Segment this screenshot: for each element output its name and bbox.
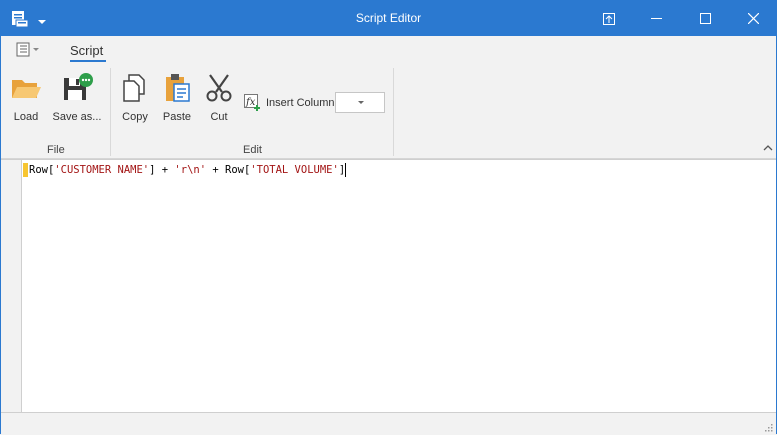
function-icon: fx bbox=[244, 94, 260, 111]
save-as-button[interactable]: Save as... bbox=[50, 72, 104, 123]
save-as-icon bbox=[64, 73, 93, 100]
folder-open-icon bbox=[12, 80, 41, 98]
maximize-button[interactable] bbox=[682, 1, 728, 36]
code-token: ] + bbox=[149, 164, 175, 176]
text-caret bbox=[345, 163, 347, 177]
status-bar bbox=[1, 412, 776, 434]
resize-grip-icon[interactable] bbox=[763, 421, 773, 432]
title-bar[interactable]: Script Editor bbox=[1, 1, 776, 36]
code-string: 'TOTAL VOLUME' bbox=[250, 164, 339, 176]
code-token: Row[ bbox=[29, 164, 55, 176]
code-line[interactable]: Row['CUSTOMER NAME'] + 'r\n' + Row['TOTA… bbox=[29, 163, 347, 177]
pin-icon bbox=[603, 12, 615, 25]
copy-button[interactable]: Copy bbox=[118, 72, 152, 123]
insert-column-button[interactable]: fx Insert Column bbox=[244, 93, 334, 113]
load-button[interactable]: Load bbox=[9, 72, 43, 123]
tab-script[interactable]: Script bbox=[70, 43, 103, 58]
minimize-button[interactable] bbox=[633, 1, 679, 36]
ribbon: Load Save as... Copy Paste Cut fx Insert… bbox=[1, 62, 776, 159]
script-editor-window: Script Editor Script Load Save as... Cop… bbox=[0, 0, 777, 434]
close-icon bbox=[747, 13, 759, 24]
code-string: 'CUSTOMER NAME' bbox=[54, 164, 150, 176]
scissors-icon bbox=[206, 74, 232, 102]
column-select[interactable] bbox=[335, 92, 385, 113]
maximize-icon bbox=[699, 13, 711, 24]
close-button[interactable] bbox=[730, 1, 776, 36]
copy-label: Copy bbox=[122, 111, 148, 123]
group-label-file: File bbox=[47, 144, 65, 156]
code-string: 'r\n' bbox=[174, 164, 207, 176]
paste-icon bbox=[166, 74, 190, 102]
code-token: + Row[ bbox=[206, 164, 251, 176]
line-gutter bbox=[1, 160, 22, 412]
chevron-down-icon bbox=[358, 101, 364, 104]
save-as-label: Save as... bbox=[52, 111, 102, 123]
paste-label: Paste bbox=[162, 111, 192, 123]
copy-icon bbox=[123, 74, 145, 102]
paste-button[interactable]: Paste bbox=[159, 72, 195, 123]
modified-line-marker bbox=[23, 163, 28, 177]
menu-icon bbox=[16, 42, 39, 57]
collapse-ribbon-button[interactable] bbox=[762, 142, 774, 152]
ribbon-tab-bar: Script bbox=[1, 36, 776, 62]
minimize-icon bbox=[650, 17, 662, 19]
script-editor[interactable]: Row['CUSTOMER NAME'] + 'r\n' + Row['TOTA… bbox=[1, 159, 776, 412]
chevron-up-icon bbox=[763, 145, 773, 151]
cut-button[interactable]: Cut bbox=[204, 72, 234, 123]
group-label-edit: Edit bbox=[243, 144, 262, 156]
group-separator bbox=[393, 68, 394, 156]
svg-text:fx: fx bbox=[245, 97, 256, 108]
group-separator bbox=[110, 68, 111, 156]
app-menu-button[interactable] bbox=[15, 42, 41, 58]
pin-window-button[interactable] bbox=[586, 1, 632, 36]
load-label: Load bbox=[13, 111, 39, 123]
cut-label: Cut bbox=[210, 111, 228, 123]
insert-column-label: Insert Column bbox=[266, 97, 335, 109]
